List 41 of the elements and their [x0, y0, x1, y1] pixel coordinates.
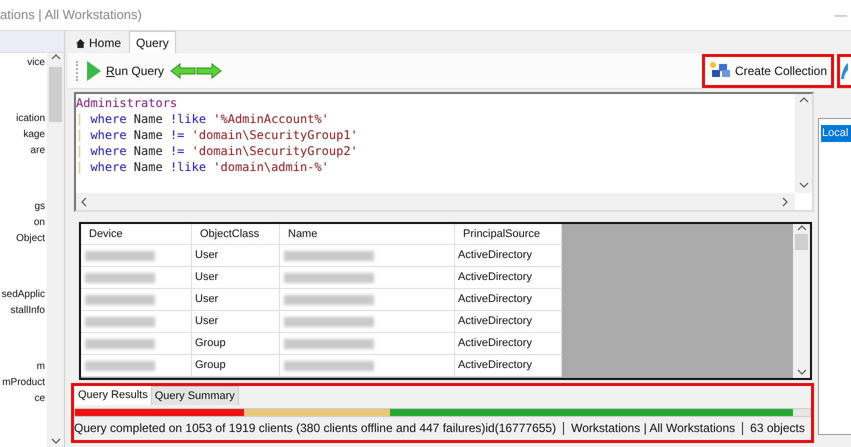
status-text: Workstations | All Workstations: [571, 420, 736, 437]
status-text: 63 objects: [750, 420, 805, 437]
sidebar-item[interactable]: kage: [23, 127, 47, 143]
home-icon: [76, 38, 85, 48]
create-collection-button[interactable]: Create Collection: [702, 54, 834, 88]
scrollbar[interactable]: [47, 53, 64, 447]
window-title: ations | All Workstations): [0, 6, 142, 24]
arrow-left-icon: [170, 62, 196, 78]
tab[interactable]: Query Results: [75, 386, 151, 405]
code-line: Administrators: [76, 95, 178, 111]
code-line: | where Name !like '%AdminAccount%': [76, 111, 330, 127]
table-cell: ActiveDirectory: [455, 355, 562, 377]
list-item[interactable]: Local: [821, 125, 851, 142]
code-line: | where Name !like 'domain\admin-%': [76, 159, 330, 175]
sidebar-item[interactable]: Object: [16, 231, 47, 247]
query-editor[interactable]: Administrators | where Name !like '%AdminAccount%' | where Name != 'domain\SecurityGroup1' | where Name != 'domain\SecurityGroup2' | where Name !like 'domain\admin-%': [74, 92, 814, 212]
play-icon: [86, 60, 102, 82]
sidebar-item[interactable]: ce: [34, 391, 47, 407]
sidebar-item[interactable]: m: [36, 359, 47, 375]
code-line: | where Name != 'domain\SecurityGroup1': [76, 127, 359, 143]
scrollbar[interactable]: [793, 224, 810, 378]
scroll-thumb[interactable]: [49, 67, 62, 122]
tab[interactable]: Query: [129, 31, 176, 53]
sidebar-item[interactable]: stallInfo: [10, 303, 47, 319]
sidebar-item[interactable]: gs: [34, 199, 47, 215]
scroll-thumb[interactable]: [795, 234, 808, 250]
curve-icon: [840, 62, 848, 80]
run-query-button[interactable]: Run Query: [86, 60, 164, 82]
table-cell: Group: [192, 355, 280, 377]
sidebar-item[interactable]: ication: [16, 111, 47, 127]
sidebar-item[interactable]: are: [30, 143, 47, 159]
tab[interactable]: Query Summary: [150, 386, 239, 405]
sidebar-item[interactable]: sedApplic: [2, 287, 47, 303]
back-button[interactable]: [170, 62, 196, 78]
sidebar-item[interactable]: vice: [27, 55, 47, 71]
arrow-right-icon: [196, 62, 222, 78]
forward-button[interactable]: [196, 62, 222, 78]
code-line: | where Name != 'domain\SecurityGroup2': [76, 143, 359, 159]
sidebar-item[interactable]: on: [34, 215, 47, 231]
status-text: Query completed on 1053 of 1919 clients (380 clients offline and 447 failures)id(16777655): [74, 420, 556, 437]
sidebar-item[interactable]: mProduct: [2, 375, 47, 391]
